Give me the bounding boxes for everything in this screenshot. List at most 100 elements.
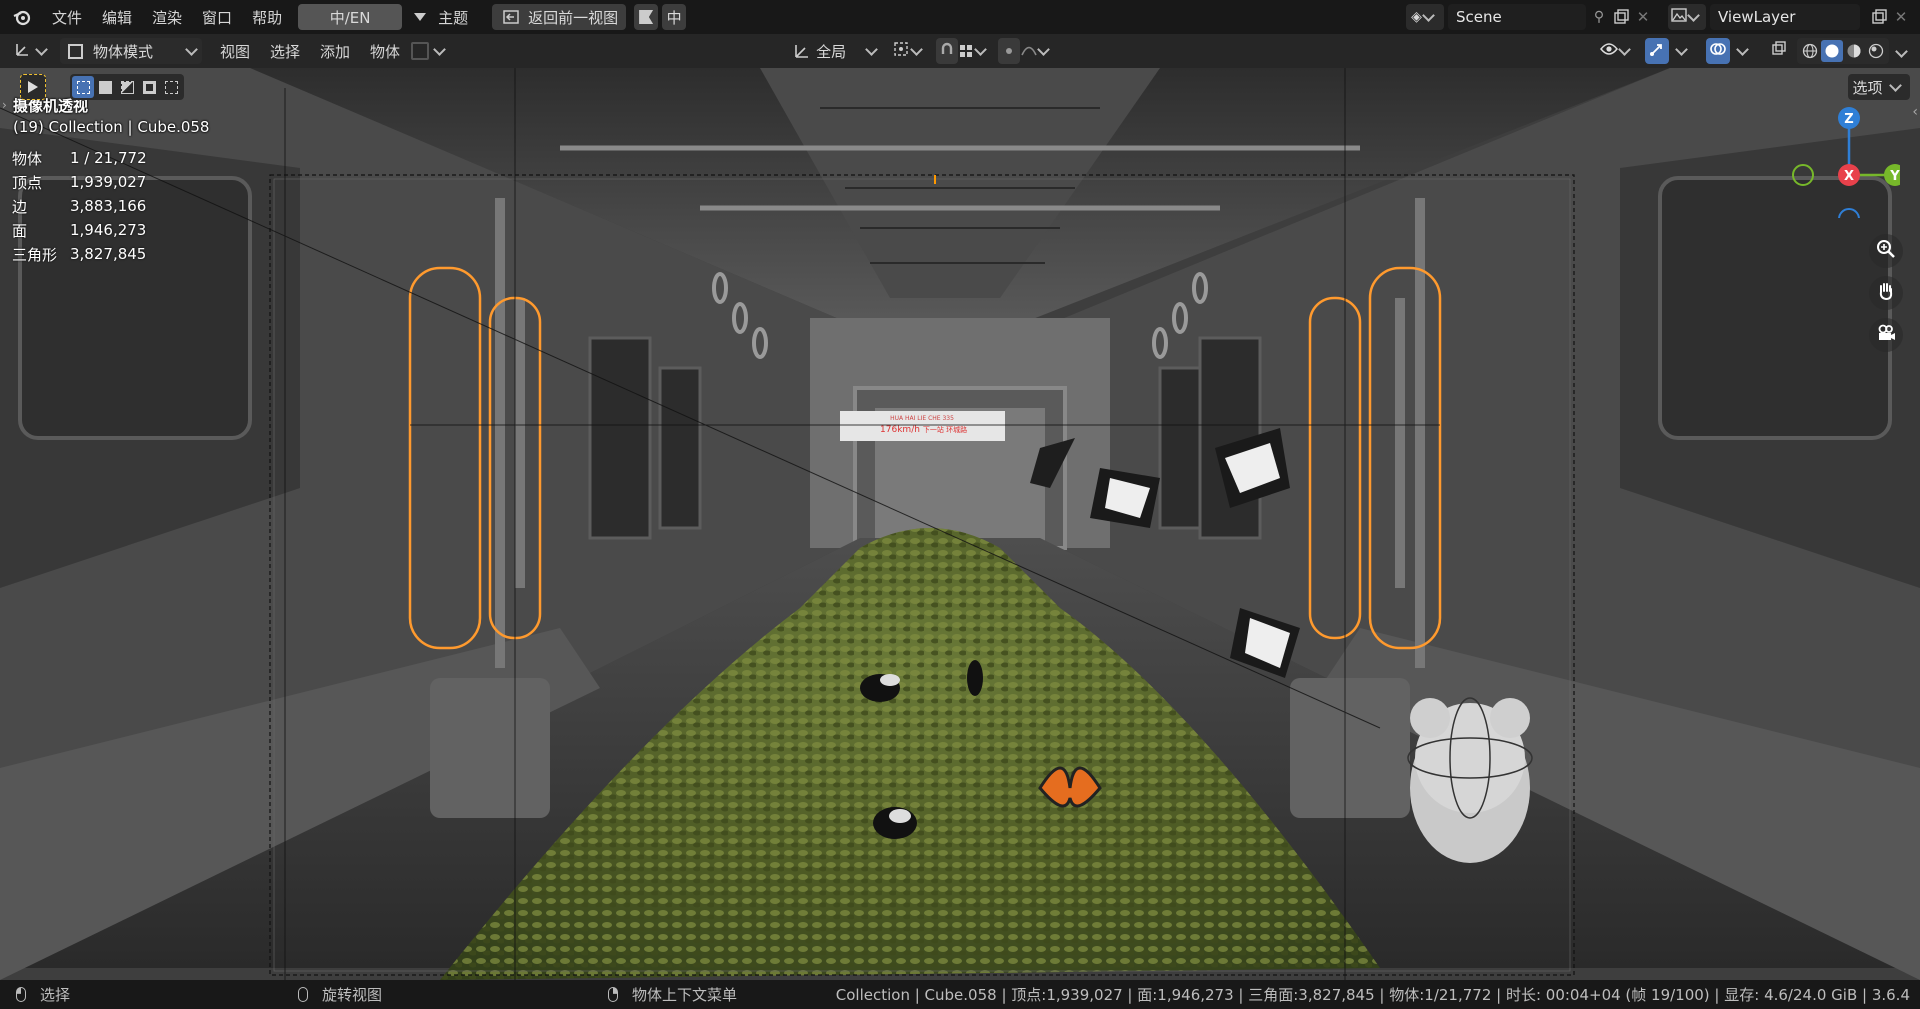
select-new-icon[interactable] bbox=[72, 76, 94, 98]
overlay-dropdown-chevron[interactable] bbox=[1736, 42, 1749, 56]
stat-value: 3,827,845 bbox=[70, 245, 147, 263]
snap-element-button[interactable] bbox=[410, 38, 450, 64]
mode-dropdown[interactable]: 物体模式 bbox=[60, 38, 202, 64]
neg-z-axis-handle[interactable] bbox=[1838, 208, 1860, 218]
snap-target-button[interactable] bbox=[958, 38, 992, 64]
pan-view-button[interactable] bbox=[1869, 276, 1903, 310]
proportional-edit-button[interactable] bbox=[998, 38, 1021, 64]
neg-y-axis-handle[interactable] bbox=[1792, 164, 1814, 186]
scene-icon: ◈ bbox=[1411, 9, 1422, 25]
overlay-toggle-button[interactable] bbox=[1706, 38, 1730, 64]
pivot-icon bbox=[893, 41, 909, 61]
shading-mode-group bbox=[1797, 38, 1889, 64]
scene-statistics: 物体 1 / 21,772 顶点 1,939,027 边 3,883,166 面 1,9… bbox=[12, 146, 147, 266]
theme-label: 主题 bbox=[438, 8, 469, 27]
falloff-curve-icon bbox=[1020, 42, 1037, 60]
pivot-point-button[interactable] bbox=[890, 38, 930, 64]
selection-mode-group bbox=[70, 74, 184, 100]
navigation-gizmo[interactable]: Z Y X bbox=[1780, 98, 1900, 218]
triangle-down-icon bbox=[414, 13, 427, 21]
stat-row-objects: 物体 1 / 21,772 bbox=[12, 146, 147, 170]
transform-orientation-dropdown[interactable]: 全局 bbox=[812, 38, 886, 64]
axes-icon bbox=[13, 41, 31, 61]
stat-row-vertices: 顶点 1,939,027 bbox=[12, 170, 147, 194]
select-subtract-icon[interactable] bbox=[116, 76, 138, 98]
transform-orientation-label: 全局 bbox=[816, 42, 847, 61]
camera-view-button[interactable] bbox=[1869, 318, 1903, 352]
menu-window[interactable]: 窗口 bbox=[192, 0, 242, 34]
xray-toggle-button[interactable] bbox=[1767, 38, 1791, 64]
stat-label: 边 bbox=[12, 197, 28, 216]
back-to-previous-view-button[interactable]: 返回前一视图 bbox=[492, 4, 627, 30]
flag-button[interactable] bbox=[634, 4, 659, 30]
close-icon[interactable]: ✕ bbox=[1632, 6, 1654, 28]
stat-label: 面 bbox=[12, 221, 28, 240]
stat-value: 3,883,166 bbox=[70, 197, 147, 215]
stat-value: 1,946,273 bbox=[70, 221, 147, 239]
stat-value: 1 / 21,772 bbox=[70, 149, 147, 167]
cursor-arrow-icon bbox=[28, 81, 38, 93]
language-toggle-button[interactable]: 中/EN bbox=[298, 4, 403, 30]
select-invert-icon[interactable] bbox=[138, 76, 160, 98]
gizmo-toggle-button[interactable] bbox=[1645, 38, 1669, 64]
camera-icon bbox=[1876, 323, 1896, 347]
eye-icon bbox=[1599, 42, 1618, 60]
menu-file[interactable]: 文件 bbox=[42, 0, 92, 34]
chinese-button[interactable]: 中 bbox=[662, 4, 687, 30]
select-tool-button[interactable] bbox=[20, 74, 46, 100]
xray-icon bbox=[1771, 41, 1787, 61]
plush-bear-model bbox=[1407, 697, 1533, 863]
falloff-button[interactable] bbox=[1020, 38, 1054, 64]
stat-row-edges: 边 3,883,166 bbox=[12, 194, 147, 218]
visibility-button[interactable] bbox=[1597, 38, 1637, 64]
menu-view[interactable]: 视图 bbox=[210, 34, 260, 68]
back-view-icon bbox=[500, 6, 522, 28]
z-axis-label: Z bbox=[1844, 112, 1853, 127]
menu-help[interactable]: 帮助 bbox=[242, 0, 292, 34]
new-scene-icon[interactable] bbox=[1610, 6, 1632, 28]
stat-row-faces: 面 1,946,273 bbox=[12, 218, 147, 242]
status-info-text: Collection | Cube.058 | 顶点:1,939,027 | 面… bbox=[835, 986, 1910, 1004]
new-viewlayer-icon[interactable] bbox=[1868, 6, 1890, 28]
shading-dropdown-chevron[interactable] bbox=[1895, 44, 1908, 58]
scene-type-button[interactable]: ◈ bbox=[1406, 4, 1444, 30]
select-intersect-icon[interactable] bbox=[160, 76, 182, 98]
train-sign-line1: HUA HAI LIE CHE 335 bbox=[890, 415, 954, 422]
rendered-shading-icon[interactable] bbox=[1865, 40, 1887, 62]
viewlayer-type-button[interactable] bbox=[1668, 4, 1706, 30]
zoom-view-button[interactable] bbox=[1869, 234, 1903, 268]
menu-object[interactable]: 物体 bbox=[360, 34, 410, 68]
stat-row-triangles: 三角形 3,827,845 bbox=[12, 242, 147, 266]
image-icon bbox=[1670, 8, 1687, 26]
viewlayer-name-field[interactable]: ViewLayer bbox=[1710, 4, 1860, 30]
blender-logo-icon[interactable] bbox=[0, 0, 42, 34]
viewport-header: 物体模式 视图 选择 添加 物体 全局 bbox=[0, 34, 1920, 68]
stat-value: 1,939,027 bbox=[70, 173, 147, 191]
menu-add[interactable]: 添加 bbox=[310, 34, 360, 68]
pin-icon[interactable]: ⚲ bbox=[1588, 6, 1610, 28]
wireframe-shading-icon[interactable] bbox=[1799, 40, 1821, 62]
menu-edit[interactable]: 编辑 bbox=[92, 0, 142, 34]
snap-toggle-button[interactable] bbox=[936, 38, 959, 64]
editor-type-button[interactable] bbox=[12, 38, 52, 64]
theme-dropdown[interactable]: 主题 bbox=[402, 0, 474, 34]
magnet-icon bbox=[940, 42, 954, 60]
material-shading-icon[interactable] bbox=[1843, 40, 1865, 62]
options-label: 选项 bbox=[1852, 78, 1883, 97]
close-viewlayer-icon[interactable]: ✕ bbox=[1890, 6, 1912, 28]
frame-icon bbox=[410, 42, 429, 60]
stat-label: 顶点 bbox=[12, 173, 43, 192]
menu-render[interactable]: 渲染 bbox=[142, 0, 192, 34]
options-dropdown[interactable]: 选项 bbox=[1848, 74, 1910, 100]
train-sign-line2: 176km/h bbox=[880, 425, 920, 435]
mouse-middle-icon bbox=[298, 987, 309, 1002]
select-extend-icon[interactable] bbox=[94, 76, 116, 98]
transform-orientation-icon bbox=[790, 40, 812, 62]
3d-viewport[interactable]: HUA HAI LIE CHE 335 176km/h 下一站 环城路 摄像机透… bbox=[0, 68, 1920, 980]
menu-select[interactable]: 选择 bbox=[260, 34, 310, 68]
scene-name-field[interactable]: Scene bbox=[1448, 4, 1586, 30]
mouse-left-icon bbox=[16, 987, 26, 1002]
gizmo-dropdown-chevron[interactable] bbox=[1675, 42, 1688, 56]
n-panel-toggle-icon[interactable]: ‹ bbox=[1912, 104, 1918, 120]
solid-shading-icon[interactable] bbox=[1821, 40, 1843, 62]
